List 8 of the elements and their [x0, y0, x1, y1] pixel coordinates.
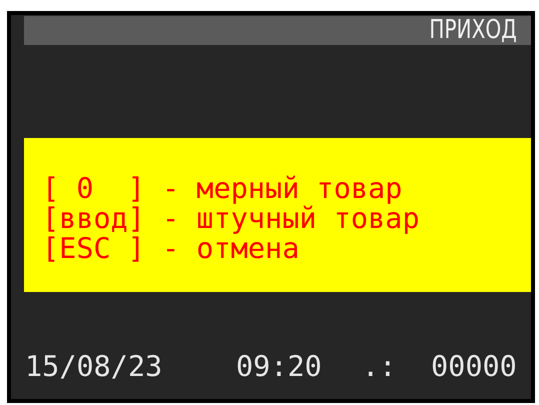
date-text: 15/08/23 — [25, 350, 164, 384]
option-line: [ESC ] - отмена — [42, 234, 300, 264]
counter-text: 00000 — [431, 350, 518, 384]
option-line: [ввод] - штучный товар — [42, 204, 420, 234]
time-text: 09:20 — [236, 350, 323, 384]
separator-text: .: — [362, 350, 398, 384]
mode-title: ПРИХОД — [429, 16, 517, 45]
option-line: [ 0 ] - мерный товар — [42, 174, 404, 204]
